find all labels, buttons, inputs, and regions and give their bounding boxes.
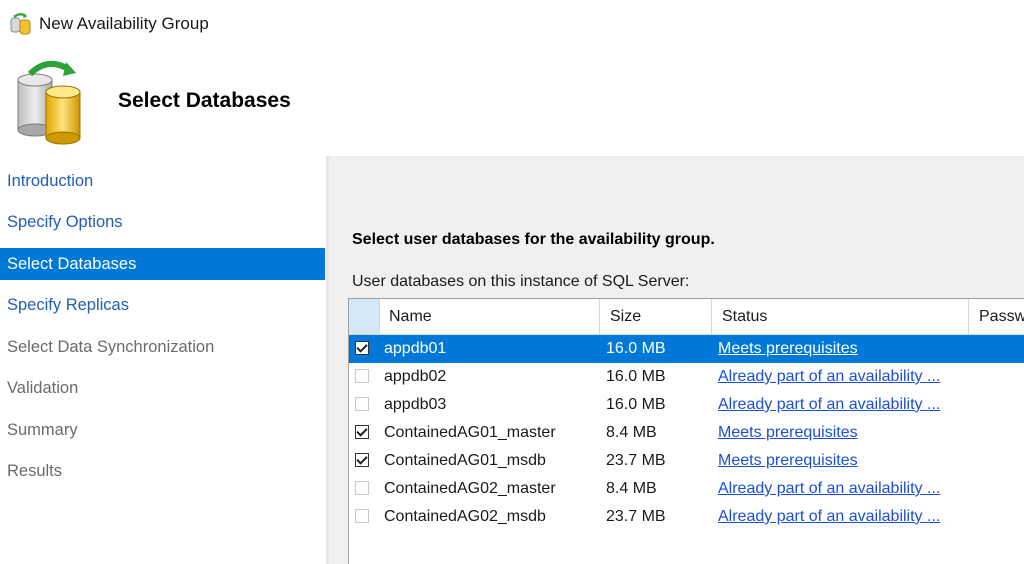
row-checkbox[interactable] xyxy=(355,341,369,355)
column-header-name[interactable]: Name xyxy=(379,299,600,334)
row-checkbox[interactable] xyxy=(355,425,369,439)
grid-label: User databases on this instance of SQL S… xyxy=(352,273,690,290)
table-row[interactable]: appdb01 16.0 MB Meets prerequisites xyxy=(349,335,1024,363)
instruction-text: Select user databases for the availabili… xyxy=(352,231,715,248)
database-size: 16.0 MB xyxy=(606,340,666,357)
table-row[interactable]: ContainedAG01_msdb 23.7 MB Meets prerequ… xyxy=(349,447,1024,475)
database-name: appdb02 xyxy=(384,368,447,385)
database-name: appdb01 xyxy=(384,340,447,357)
status-link[interactable]: Meets prerequisites xyxy=(718,419,968,447)
column-header-password[interactable]: Passw xyxy=(969,299,1024,334)
wizard-navigation: Introduction Specify Options Select Data… xyxy=(0,156,326,564)
availability-group-icon xyxy=(10,13,31,35)
table-row[interactable]: ContainedAG02_master 8.4 MB Already part… xyxy=(349,475,1024,503)
database-name: ContainedAG02_msdb xyxy=(384,508,546,525)
nav-item-validation: Validation xyxy=(7,379,79,397)
status-link[interactable]: Meets prerequisites xyxy=(718,335,968,363)
nav-item-introduction[interactable]: Introduction xyxy=(0,165,325,197)
database-size: 16.0 MB xyxy=(606,396,666,413)
column-header-size[interactable]: Size xyxy=(600,299,712,334)
main-panel: Select user databases for the availabili… xyxy=(329,156,1024,564)
row-checkbox[interactable] xyxy=(355,369,369,383)
table-row[interactable]: ContainedAG01_master 8.4 MB Meets prereq… xyxy=(349,419,1024,447)
database-size: 8.4 MB xyxy=(606,480,657,497)
database-grid[interactable]: Name Size Status Passw appdb01 16.0 MB M… xyxy=(348,298,1024,564)
nav-item-results: Results xyxy=(7,462,63,480)
status-link[interactable]: Already part of an availability ... xyxy=(718,503,968,531)
status-link[interactable]: Meets prerequisites xyxy=(718,447,968,475)
nav-item-specify-options[interactable]: Specify Options xyxy=(0,206,325,238)
window-title: New Availability Group xyxy=(39,14,209,33)
database-size: 8.4 MB xyxy=(606,424,657,441)
table-row[interactable]: appdb02 16.0 MB Already part of an avail… xyxy=(349,363,1024,391)
database-size: 16.0 MB xyxy=(606,368,666,385)
database-size: 23.7 MB xyxy=(606,452,666,469)
database-size: 23.7 MB xyxy=(606,508,666,525)
database-name: ContainedAG01_master xyxy=(384,424,556,441)
database-name: ContainedAG02_master xyxy=(384,480,556,497)
database-sync-icon xyxy=(17,61,81,145)
table-row[interactable]: appdb03 16.0 MB Already part of an avail… xyxy=(349,391,1024,419)
row-checkbox[interactable] xyxy=(355,509,369,523)
table-row[interactable]: ContainedAG02_msdb 23.7 MB Already part … xyxy=(349,503,1024,531)
row-checkbox[interactable] xyxy=(355,453,369,467)
database-name: ContainedAG01_msdb xyxy=(384,452,546,469)
nav-item-specify-replicas[interactable]: Specify Replicas xyxy=(0,289,325,321)
wizard-banner: Select Databases xyxy=(0,48,1024,156)
nav-item-summary: Summary xyxy=(7,421,78,439)
status-link[interactable]: Already part of an availability ... xyxy=(718,475,968,503)
nav-item-select-data-synchronization: Select Data Synchronization xyxy=(7,338,215,356)
database-name: appdb03 xyxy=(384,396,447,413)
status-link[interactable]: Already part of an availability ... xyxy=(718,363,968,391)
column-header-status[interactable]: Status xyxy=(712,299,969,334)
row-checkbox[interactable] xyxy=(355,397,369,411)
select-column-header[interactable] xyxy=(349,299,380,334)
status-link[interactable]: Already part of an availability ... xyxy=(718,391,968,419)
row-checkbox[interactable] xyxy=(355,481,369,495)
grid-header: Name Size Status Passw xyxy=(349,299,1024,335)
page-heading: Select Databases xyxy=(118,89,291,112)
title-bar: New Availability Group xyxy=(0,0,1024,48)
nav-item-select-databases[interactable]: Select Databases xyxy=(0,248,325,280)
